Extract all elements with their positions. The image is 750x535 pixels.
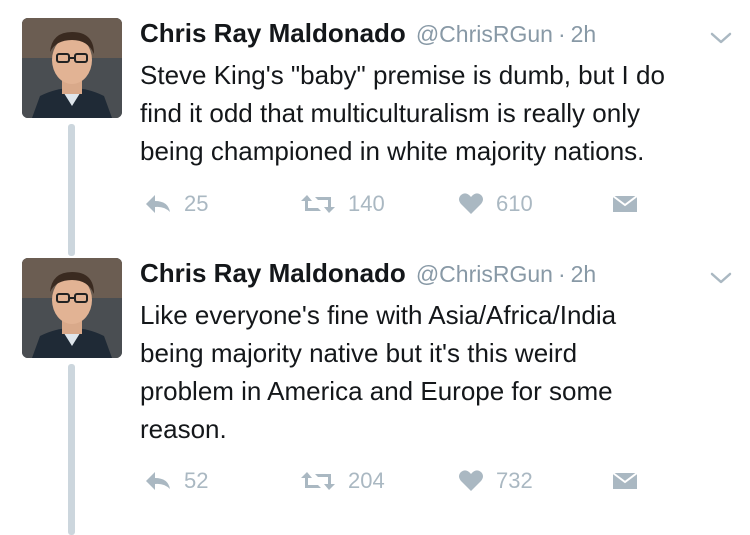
tweet-text: Like everyone's fine with Asia/Africa/In… <box>140 296 740 448</box>
tweet-header: Chris Ray Maldonado @ChrisRGun · 2h <box>140 18 596 58</box>
tweet-text-line: reason. <box>140 414 227 444</box>
reply-icon <box>146 195 170 213</box>
display-name[interactable]: Chris Ray Maldonado <box>140 18 406 49</box>
display-name[interactable]: Chris Ray Maldonado <box>140 258 406 289</box>
heart-icon <box>459 470 483 491</box>
tweet-text-line: being championed in white majority natio… <box>140 136 645 166</box>
tweet-header: Chris Ray Maldonado @ChrisRGun · 2h <box>140 258 596 298</box>
user-handle[interactable]: @ChrisRGun <box>416 21 553 48</box>
retweet-icon <box>301 195 335 213</box>
avatar-image <box>22 18 122 118</box>
tweet-text-line: problem in America and Europe for some <box>140 376 613 406</box>
avatar[interactable] <box>22 18 122 118</box>
tweet-actions: 25 140 610 <box>140 189 660 219</box>
tweet-actions: 52 204 732 <box>140 466 660 496</box>
envelope-icon <box>612 472 638 489</box>
separator: · <box>557 21 566 47</box>
thread-line <box>68 364 75 535</box>
reply-button[interactable]: 25 <box>144 189 208 219</box>
retweet-icon <box>301 472 335 490</box>
timestamp[interactable]: 2h <box>571 21 597 48</box>
chevron-down-icon[interactable] <box>708 268 734 288</box>
tweet-text-line: Like everyone's fine with Asia/Africa/In… <box>140 300 617 330</box>
tweet-text-line: Steve King's "baby" premise is dumb, but… <box>140 60 665 90</box>
retweet-button[interactable]: 140 <box>300 189 385 219</box>
user-handle[interactable]: @ChrisRGun <box>416 261 553 288</box>
direct-message-button[interactable] <box>612 189 650 219</box>
like-count: 610 <box>496 191 533 216</box>
thread-line <box>68 124 75 256</box>
avatar[interactable] <box>22 258 122 358</box>
reply-count: 52 <box>184 468 209 493</box>
chevron-down-icon[interactable] <box>708 28 734 48</box>
heart-icon <box>459 193 483 214</box>
separator: · <box>557 261 566 287</box>
reply-button[interactable]: 52 <box>144 466 208 496</box>
retweet-count: 204 <box>348 468 385 493</box>
reply-icon <box>146 472 170 490</box>
envelope-icon <box>612 195 638 212</box>
timestamp[interactable]: 2h <box>571 261 597 288</box>
tweet-text: Steve King's "baby" premise is dumb, but… <box>140 56 740 170</box>
retweet-button[interactable]: 204 <box>300 466 385 496</box>
reply-count: 25 <box>184 191 209 216</box>
avatar-image <box>22 258 122 358</box>
like-button[interactable]: 610 <box>458 189 533 219</box>
like-count: 732 <box>496 468 533 493</box>
like-button[interactable]: 732 <box>458 466 533 496</box>
tweet-text-line: being majority native but it's this weir… <box>140 338 578 368</box>
direct-message-button[interactable] <box>612 466 650 496</box>
retweet-count: 140 <box>348 191 385 216</box>
tweet-text-line: find it odd that multiculturalism is rea… <box>140 98 640 128</box>
